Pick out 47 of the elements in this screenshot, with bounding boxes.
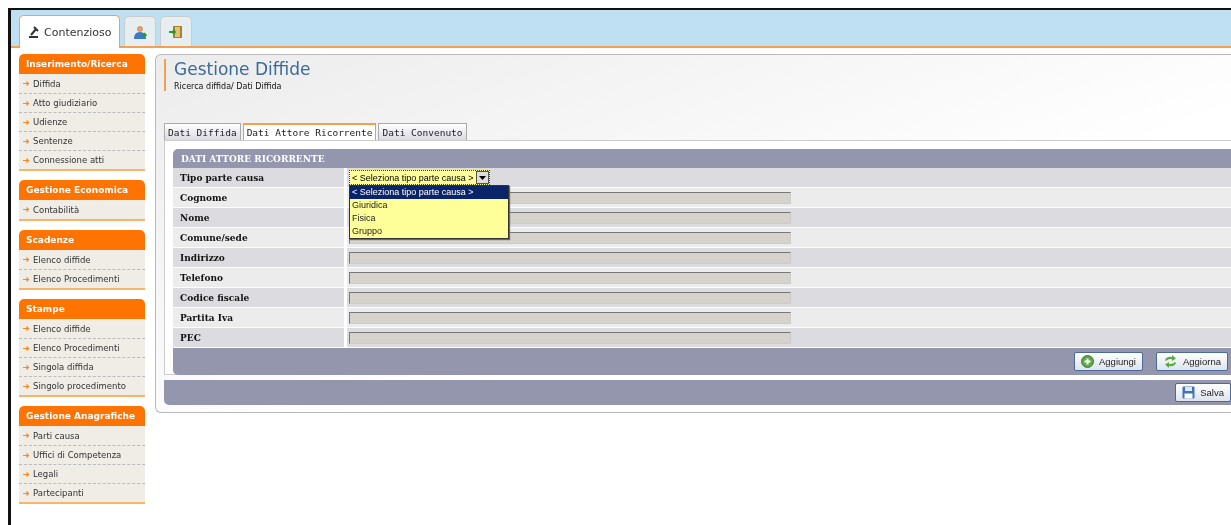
action-button[interactable]: Aggiungi xyxy=(1074,352,1143,371)
arrow-icon xyxy=(23,345,30,351)
arrow-icon xyxy=(23,433,30,438)
sidebar-link[interactable]: Sentenze xyxy=(33,136,73,146)
sidebar-section-header: Gestione Anagrafiche xyxy=(19,406,145,426)
tab[interactable]: Dati Attore Ricorrente xyxy=(242,123,377,140)
save-button[interactable]: Salva xyxy=(1175,383,1231,402)
arrow-icon xyxy=(23,81,30,86)
arrow-icon xyxy=(23,490,30,496)
dropdown-option[interactable]: Fisica xyxy=(350,212,508,225)
sidebar-link[interactable]: Legali xyxy=(33,469,59,479)
refresh-icon xyxy=(1162,355,1178,368)
dropdown-option[interactable]: < Seleziona tipo parte causa > xyxy=(350,186,508,199)
dropdown-option[interactable]: Giuridica xyxy=(350,199,508,212)
sidebar-section-header: Gestione Economica xyxy=(19,180,145,200)
door-icon xyxy=(169,24,184,39)
arrow-icon xyxy=(23,257,30,262)
tab[interactable]: Dati Diffida xyxy=(164,123,241,140)
sidebar-section-header: Scadenze xyxy=(19,230,145,250)
select-field[interactable]: < Seleziona tipo parte causa > xyxy=(349,170,490,185)
arrow-icon xyxy=(23,364,30,370)
app-tab[interactable] xyxy=(160,16,193,46)
form-section-title: DATI ATTORE RICORRENTE xyxy=(180,153,326,166)
tab[interactable]: Dati Convenuto xyxy=(378,123,467,140)
app-tab[interactable] xyxy=(124,16,157,46)
arrow-icon xyxy=(23,383,30,389)
action-button[interactable]: Aggiorna xyxy=(1155,352,1228,371)
sidebar-section-header: Inserimento/Ricerca xyxy=(19,54,145,74)
arrow-icon xyxy=(23,157,30,163)
page-title: Gestione Diffide xyxy=(174,59,312,79)
arrow-icon xyxy=(23,207,30,212)
dropdown-option[interactable]: Gruppo xyxy=(350,225,508,238)
breadcrumb: Ricerca diffida/ Dati Diffida xyxy=(174,82,283,91)
sidebar-section-header: Stampe xyxy=(19,299,145,319)
arrow-icon xyxy=(23,326,30,331)
caret-icon xyxy=(478,175,486,180)
arrow-icon xyxy=(23,138,30,144)
arrow-icon xyxy=(23,119,30,125)
arrow-icon xyxy=(23,452,30,458)
plus-icon xyxy=(1081,355,1094,368)
person-icon xyxy=(133,24,148,39)
app-tab[interactable]: Contenzioso xyxy=(19,15,121,48)
sidebar-link[interactable]: Diffida xyxy=(33,78,61,89)
sidebar-link[interactable]: Udienze xyxy=(33,117,68,127)
arrow-icon xyxy=(23,471,30,477)
arrow-icon xyxy=(23,276,30,282)
arrow-icon xyxy=(23,100,30,106)
